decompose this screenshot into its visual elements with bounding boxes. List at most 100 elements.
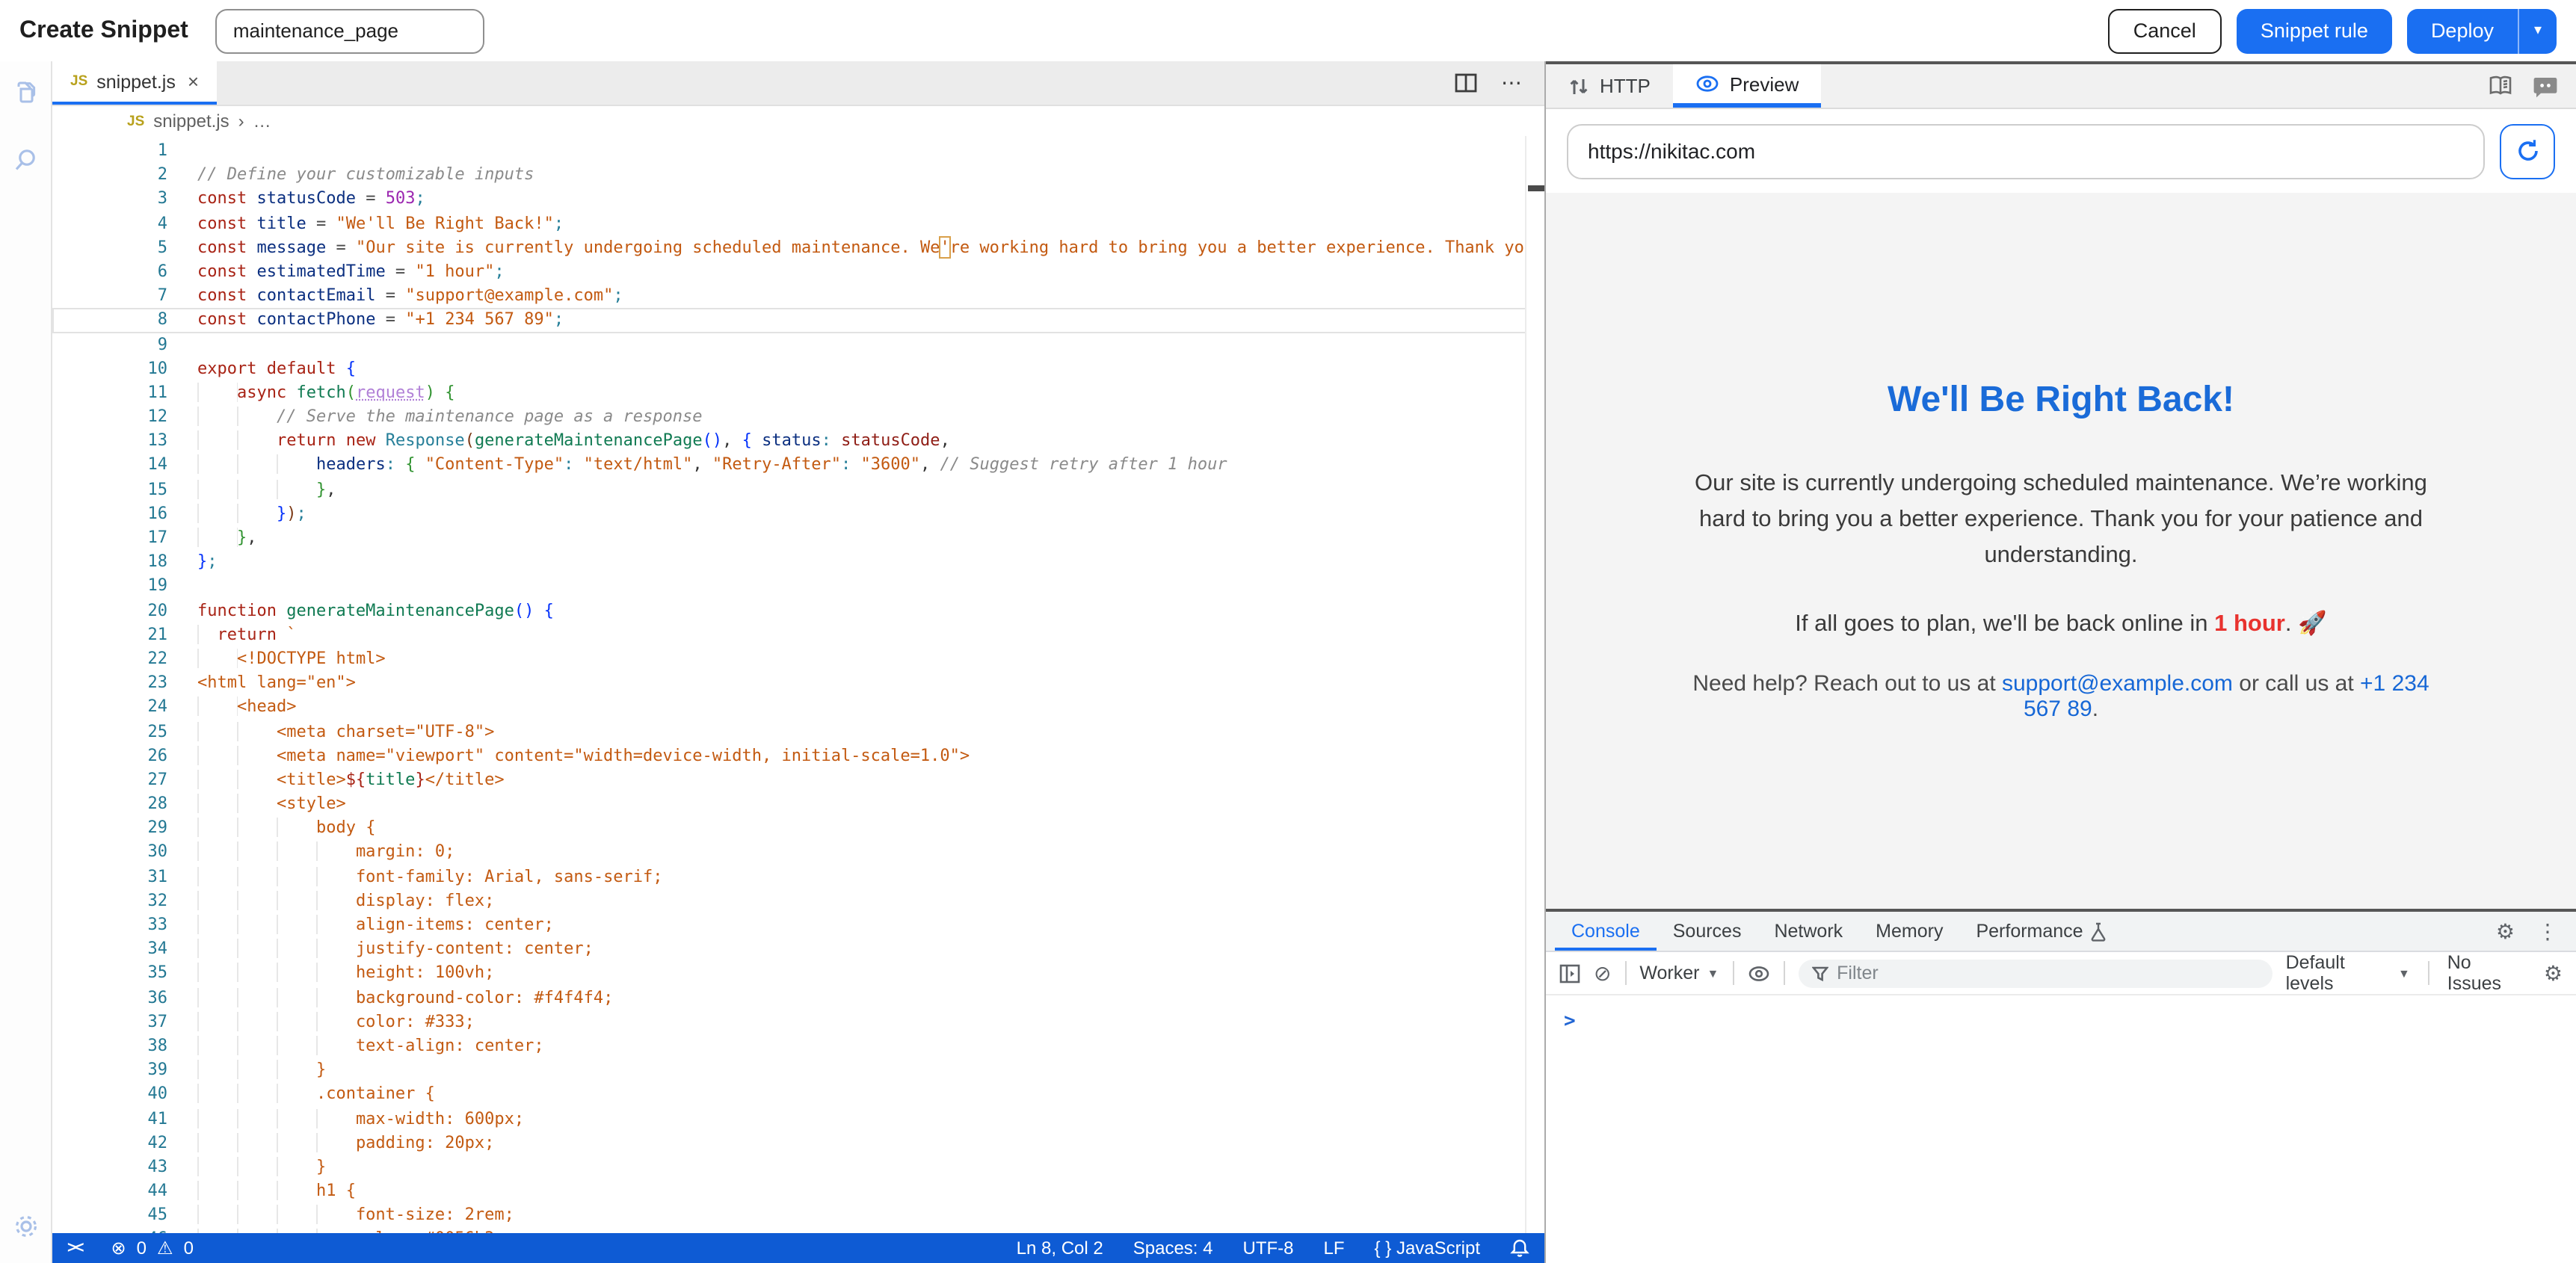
code-line[interactable]: 38 text-align: center; — [52, 1034, 1544, 1058]
devtools-settings-gear-icon[interactable]: ⚙ — [2496, 921, 2515, 942]
encoding[interactable]: UTF-8 — [1243, 1238, 1294, 1259]
code-line[interactable]: 44 h1 { — [52, 1179, 1544, 1203]
code-line[interactable]: 19 — [52, 575, 1544, 599]
code-line[interactable]: 26 <meta name="viewport" content="width=… — [52, 744, 1544, 768]
devtools-kebab-menu-icon[interactable]: ⋮ — [2537, 921, 2558, 942]
tab-http[interactable]: HTTP — [1546, 64, 1673, 108]
console-filter-input[interactable]: Filter — [1798, 959, 2272, 987]
settings-gear-icon[interactable] — [10, 1211, 41, 1242]
devtools-tab-label: Network — [1774, 921, 1843, 942]
docs-book-icon[interactable] — [2488, 75, 2513, 97]
devtools-tab-network[interactable]: Network — [1757, 912, 1859, 951]
language-mode[interactable]: { } JavaScript — [1375, 1238, 1480, 1259]
code-line[interactable]: 9 — [52, 333, 1544, 356]
search-icon[interactable] — [10, 145, 40, 175]
code-line[interactable]: 30 margin: 0; — [52, 841, 1544, 865]
error-count[interactable]: 0 — [137, 1238, 147, 1259]
preview-url-input[interactable] — [1567, 123, 2485, 179]
code-line[interactable]: 16 }); — [52, 502, 1544, 526]
files-icon[interactable] — [10, 79, 40, 109]
warning-count[interactable]: 0 — [184, 1238, 194, 1259]
line-number: 9 — [52, 333, 197, 356]
code-line[interactable]: 12 // Serve the maintenance page as a re… — [52, 405, 1544, 429]
clear-console-icon[interactable]: ⊘ — [1594, 960, 1611, 986]
code-line[interactable]: 28 <style> — [52, 792, 1544, 816]
code-line[interactable]: 31 font-family: Arial, sans-serif; — [52, 865, 1544, 889]
code-line[interactable]: 24 <head> — [52, 696, 1544, 720]
tab-preview[interactable]: Preview — [1673, 64, 1822, 108]
warnings-icon[interactable]: ⚠ — [157, 1238, 173, 1259]
issues-counter[interactable]: No Issues — [2447, 952, 2526, 994]
notifications-bell-icon[interactable] — [1510, 1238, 1529, 1259]
code-line[interactable]: 13 return new Response(generateMaintenan… — [52, 430, 1544, 454]
console-context-select[interactable]: Worker▼ — [1639, 963, 1719, 983]
remote-indicator-icon[interactable]: >< — [67, 1239, 83, 1257]
split-editor-icon[interactable] — [1455, 73, 1477, 93]
discord-chat-icon[interactable] — [2533, 74, 2558, 98]
console-output[interactable]: > — [1546, 995, 2576, 1263]
console-prompt-chevron[interactable]: > — [1564, 1010, 1576, 1033]
code-line[interactable]: 35 height: 100vh; — [52, 962, 1544, 986]
support-email-link[interactable]: support@example.com — [2002, 671, 2233, 697]
code-line[interactable]: 39 } — [52, 1058, 1544, 1082]
code-line[interactable]: 17 }, — [52, 526, 1544, 550]
code-line[interactable]: 46 color: #0056b3; — [52, 1228, 1544, 1233]
devtools-tab-console[interactable]: Console — [1555, 912, 1657, 951]
refresh-button[interactable] — [2500, 123, 2555, 179]
code-line[interactable]: 11 async fetch(request) { — [52, 381, 1544, 405]
code-line[interactable]: 21 return ` — [52, 623, 1544, 647]
code-line[interactable]: 7const contactEmail = "support@example.c… — [52, 284, 1544, 308]
code-line[interactable]: 36 background-color: #f4f4f4; — [52, 986, 1544, 1010]
breadcrumb[interactable]: JS snippet.js › … — [52, 106, 1544, 136]
deploy-button[interactable]: Deploy — [2407, 8, 2518, 53]
snippet-rule-button[interactable]: Snippet rule — [2237, 8, 2392, 53]
console-sidebar-toggle-icon[interactable] — [1559, 963, 1580, 983]
code-line[interactable]: 6const estimatedTime = "1 hour"; — [52, 260, 1544, 284]
code-line[interactable]: 18}; — [52, 550, 1544, 574]
code-line[interactable]: 40 .container { — [52, 1083, 1544, 1107]
code-line[interactable]: 42 padding: 20px; — [52, 1131, 1544, 1155]
live-expression-eye-icon[interactable] — [1747, 965, 1769, 981]
eol-type[interactable]: LF — [1324, 1238, 1345, 1259]
code-line[interactable]: 22 <!DOCTYPE html> — [52, 647, 1544, 671]
code-line[interactable]: 4const title = "We'll Be Right Back!"; — [52, 211, 1544, 235]
devtools-tab-sources[interactable]: Sources — [1657, 912, 1758, 951]
code-line[interactable]: 1 — [52, 139, 1544, 163]
code-line[interactable]: 20function generateMaintenancePage() { — [52, 599, 1544, 623]
editor-scrollbar[interactable] — [1525, 136, 1544, 1233]
cancel-button[interactable]: Cancel — [2108, 8, 2222, 53]
maintenance-message: Our site is currently undergoing schedul… — [1687, 466, 2435, 574]
code-line[interactable]: 14 headers: { "Content-Type": "text/html… — [52, 454, 1544, 478]
code-line[interactable]: 45 font-size: 2rem; — [52, 1204, 1544, 1228]
code-line[interactable]: 23<html lang="en"> — [52, 671, 1544, 695]
errors-icon[interactable]: ⊗ — [111, 1238, 126, 1259]
code-editor[interactable]: 12// Define your customizable inputs3con… — [52, 136, 1544, 1233]
code-line[interactable]: 3const statusCode = 503; — [52, 188, 1544, 211]
devtools-tab-performance[interactable]: Performance — [1959, 912, 2123, 951]
code-line[interactable]: 34 justify-content: center; — [52, 937, 1544, 961]
code-line[interactable]: 29 body { — [52, 817, 1544, 841]
indentation[interactable]: Spaces: 4 — [1133, 1238, 1213, 1259]
deploy-dropdown-button[interactable]: ▾ — [2518, 8, 2557, 53]
code-line[interactable]: 41 max-width: 600px; — [52, 1107, 1544, 1131]
code-line[interactable]: 27 <title>${title}</title> — [52, 768, 1544, 792]
code-line[interactable]: 5const message = "Our site is currently … — [52, 236, 1544, 260]
code-line[interactable]: 15 }, — [52, 478, 1544, 501]
more-actions-icon[interactable]: ⋯ — [1501, 70, 1523, 96]
console-settings-gear-icon[interactable]: ⚙ — [2544, 963, 2563, 983]
maintenance-page: We'll Be Right Back! Our site is current… — [1672, 380, 2450, 722]
code-line[interactable]: 8const contactPhone = "+1 234 567 89"; — [52, 309, 1544, 333]
snippet-name-input[interactable] — [215, 8, 484, 53]
code-line[interactable]: 33 align-items: center; — [52, 913, 1544, 937]
code-line[interactable]: 43 } — [52, 1155, 1544, 1179]
code-line[interactable]: 37 color: #333; — [52, 1010, 1544, 1034]
tab-snippet-js[interactable]: JS snippet.js × — [52, 61, 217, 105]
code-line[interactable]: 10export default { — [52, 356, 1544, 380]
code-line[interactable]: 25 <meta charset="UTF-8"> — [52, 720, 1544, 744]
code-line[interactable]: 2// Define your customizable inputs — [52, 163, 1544, 187]
devtools-tab-memory[interactable]: Memory — [1859, 912, 1959, 951]
close-icon[interactable]: × — [188, 70, 199, 93]
cursor-position[interactable]: Ln 8, Col 2 — [1017, 1238, 1103, 1259]
default-levels-select[interactable]: Default levels▼ — [2286, 952, 2410, 994]
code-line[interactable]: 32 display: flex; — [52, 889, 1544, 913]
